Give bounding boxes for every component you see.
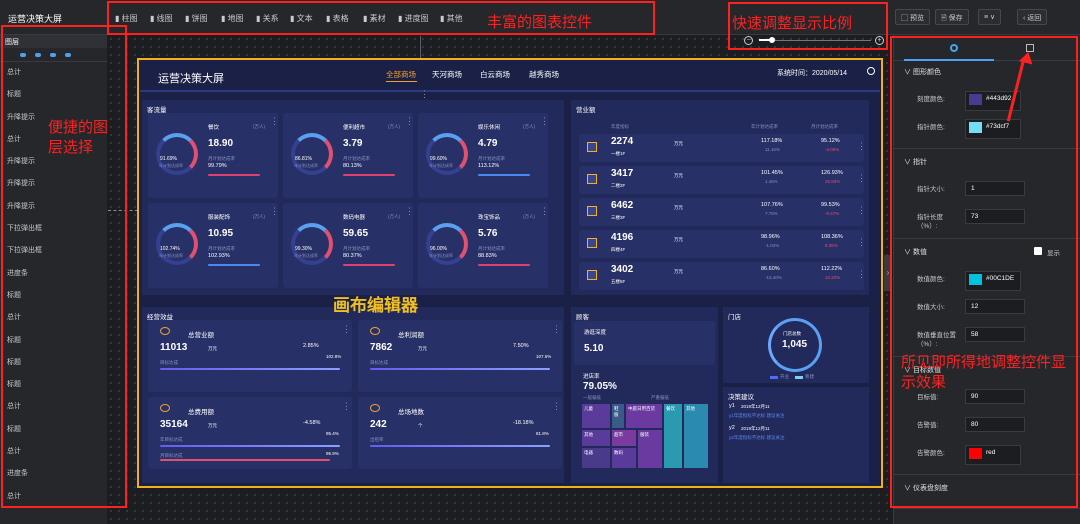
menu-dropdown-button[interactable]: ≡ ∨ (978, 9, 1002, 25)
annotation-props: 所见即所得地调整控件显示效果 (901, 354, 1067, 391)
preview-icon: ▢ (901, 15, 910, 22)
app-title: 运营决策大屏 (8, 14, 63, 24)
layers-highlight (1, 25, 127, 508)
save-button[interactable]: 🗎 保存 (935, 9, 969, 25)
guide-line (420, 36, 421, 60)
save-icon: 🗎 (941, 15, 949, 22)
canvas-highlight (137, 58, 883, 488)
props-highlight (890, 36, 1078, 508)
annotation-canvas: 画布编辑器 (333, 296, 418, 315)
annotation-toolbar: 丰富的图表控件 (487, 14, 593, 31)
menu-icon: ≡ ∨ (984, 14, 996, 21)
prop-divider (894, 508, 1080, 509)
back-button[interactable]: ‹ 返回 (1017, 9, 1048, 25)
annotation-layers: 便捷的图层选择 (48, 119, 109, 156)
annotation-zoom: 快速调整显示比例 (732, 15, 853, 32)
preview-button[interactable]: ▢ 预览 (895, 9, 930, 25)
